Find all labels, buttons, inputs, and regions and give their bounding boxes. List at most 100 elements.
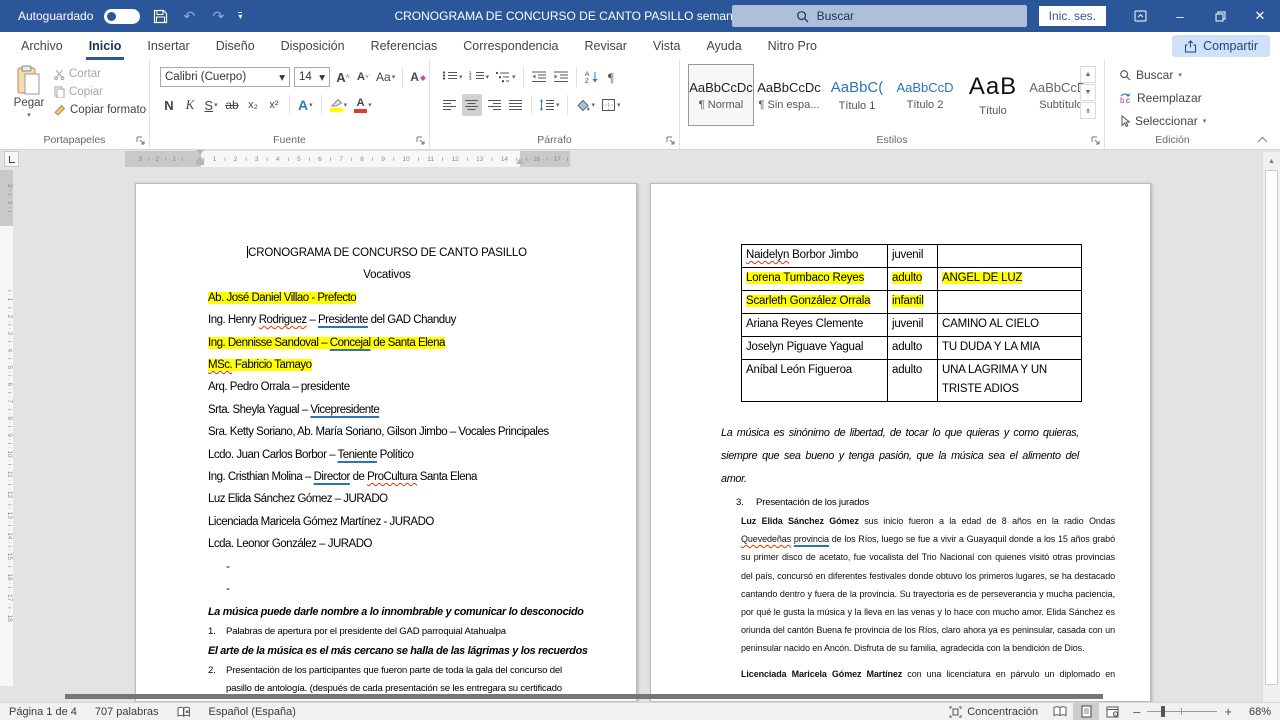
styles-gallery-expand-icon[interactable]: ⇟	[1080, 102, 1096, 119]
table-cell[interactable]: Joselyn Piguave Yagual	[742, 337, 888, 360]
font-size-combo[interactable]: 14 ▾	[294, 67, 330, 87]
web-layout-button[interactable]	[1099, 703, 1125, 720]
table-cell[interactable]: Lorena Tumbaco Reyes	[742, 268, 888, 291]
read-mode-button[interactable]	[1047, 703, 1073, 720]
superscript-button[interactable]: x²	[265, 94, 283, 116]
save-icon[interactable]	[151, 7, 169, 25]
cut-button[interactable]: Cortar	[54, 68, 146, 80]
undo-icon[interactable]: ↶	[180, 7, 198, 25]
table-cell[interactable]: UNA LAGRIMA Y UN TRISTE ADIOS	[938, 360, 1082, 402]
vertical-scrollbar-thumb[interactable]	[1265, 170, 1278, 685]
table-cell[interactable]: Aníbal León Figueroa	[742, 360, 888, 402]
shrink-font-button[interactable]: A˅	[354, 66, 372, 88]
tab-insertar[interactable]: Insertar	[134, 32, 202, 60]
select-button[interactable]: Seleccionar ▾	[1119, 114, 1206, 128]
table-cell[interactable]: adulto	[888, 360, 938, 402]
scroll-up-icon[interactable]: ▲	[1266, 156, 1277, 167]
tab-revisar[interactable]: Revisar	[571, 32, 639, 60]
style-título-2[interactable]: AaBbCcDTítulo 2	[892, 64, 958, 126]
proofing-status[interactable]	[168, 706, 200, 718]
increase-indent-button[interactable]	[551, 66, 571, 88]
underline-button[interactable]: S▾	[202, 94, 220, 116]
tab-referencias[interactable]: Referencias	[358, 32, 451, 60]
format-painter-button[interactable]: Copiar formato	[54, 104, 146, 116]
zoom-level[interactable]: 68%	[1240, 706, 1280, 718]
page-1[interactable]: CRONOGRAMA DE CONCURSO DE CANTO PASILLOV…	[135, 183, 637, 702]
tab-vista[interactable]: Vista	[640, 32, 694, 60]
style-título-1[interactable]: AaBbC(Título 1	[824, 64, 890, 126]
styles-scroll-down-icon[interactable]: ▼	[1080, 84, 1096, 101]
share-button[interactable]: Compartir	[1172, 35, 1270, 57]
ribbon-display-options-button[interactable]	[1120, 0, 1160, 32]
paste-button[interactable]: Pegar ▾	[8, 65, 50, 135]
word-count[interactable]: 707 palabras	[86, 706, 168, 718]
table-cell[interactable]: ANGEL DE LUZ	[938, 268, 1082, 291]
tab-ayuda[interactable]: Ayuda	[693, 32, 754, 60]
styles-dialog-launcher-icon[interactable]	[1091, 136, 1101, 146]
justify-button[interactable]	[506, 94, 526, 116]
tab-nitro-pro[interactable]: Nitro Pro	[755, 32, 830, 60]
page-indicator[interactable]: Página 1 de 4	[0, 706, 86, 718]
font-dialog-launcher-icon[interactable]	[416, 136, 426, 146]
minimize-button[interactable]: –	[1160, 0, 1200, 32]
horizontal-scrollbar-thumb[interactable]	[65, 694, 1103, 699]
text-highlight-button[interactable]: ▾	[328, 94, 350, 116]
table-cell[interactable]	[938, 291, 1082, 314]
table-cell[interactable]: TU DUDA Y LA MIA	[938, 337, 1082, 360]
table-cell[interactable]: Ariana Reyes Clemente	[742, 314, 888, 337]
table-cell[interactable]: CAMINO AL CIELO	[938, 314, 1082, 337]
align-left-button[interactable]	[440, 94, 460, 116]
copy-button[interactable]: Copiar	[54, 86, 146, 98]
tab-diseño[interactable]: Diseño	[203, 32, 268, 60]
sort-button[interactable]: AZ	[582, 66, 602, 88]
search-box[interactable]: Buscar	[732, 5, 1027, 27]
styles-scroll-up-icon[interactable]: ▲	[1080, 66, 1096, 83]
table-cell[interactable]: Scarleth González Orrala	[742, 291, 888, 314]
clear-formatting-button[interactable]: A	[408, 66, 429, 88]
right-indent-icon[interactable]	[516, 158, 524, 164]
tab-archivo[interactable]: Archivo	[8, 32, 76, 60]
document-canvas[interactable]: 2 · ı · 1 · ı ı · 1 · ı · 2 · ı · 3 · ı …	[0, 170, 1262, 702]
zoom-in-button[interactable]: +	[1224, 704, 1232, 719]
autosave-toggle[interactable]	[104, 9, 140, 24]
style-normal[interactable]: AaBbCcDc¶ Normal	[688, 64, 754, 126]
style-título[interactable]: AaBTítulo	[960, 64, 1026, 126]
font-name-combo[interactable]: Calibri (Cuerpo) ▾	[160, 67, 290, 87]
show-formatting-marks-button[interactable]: ¶	[604, 66, 622, 88]
paragraph-dialog-launcher-icon[interactable]	[666, 136, 676, 146]
text-effects-button[interactable]: A▾	[296, 94, 315, 116]
replace-button[interactable]: bc Reemplazar	[1119, 91, 1202, 105]
table-cell[interactable]: infantil	[888, 291, 938, 314]
bullets-button[interactable]: ▾	[440, 66, 465, 88]
multilevel-list-button[interactable]: ▾	[493, 66, 518, 88]
redo-icon[interactable]: ↷	[209, 7, 227, 25]
sign-in-button[interactable]: Inic. ses.	[1039, 6, 1106, 26]
vertical-scrollbar[interactable]: ▲	[1262, 152, 1280, 702]
zoom-slider-thumb[interactable]	[1161, 706, 1165, 717]
table-cell[interactable]: adulto	[888, 268, 938, 291]
font-color-button[interactable]: A ▾	[352, 94, 374, 116]
zoom-slider[interactable]	[1147, 711, 1217, 712]
clipboard-dialog-launcher-icon[interactable]	[136, 136, 146, 146]
collapse-ribbon-icon[interactable]	[1257, 136, 1268, 143]
tab-inicio[interactable]: Inicio	[76, 32, 135, 60]
subscript-button[interactable]: x₂	[244, 94, 262, 116]
print-layout-button[interactable]	[1073, 703, 1099, 720]
tab-correspondencia[interactable]: Correspondencia	[450, 32, 571, 60]
close-button[interactable]: ✕	[1240, 0, 1280, 32]
style-sin-espa[interactable]: AaBbCcDc¶ Sin espa...	[756, 64, 822, 126]
tab-disposición[interactable]: Disposición	[268, 32, 358, 60]
table-cell[interactable]: juvenil	[888, 314, 938, 337]
horizontal-ruler[interactable]: 3 · ı · 2 · ı · 1 · ı · ı1ı2ı3ı4ı5ı6ı7ı8…	[125, 151, 570, 167]
grow-font-button[interactable]: A˄	[334, 66, 352, 88]
table-cell[interactable]: juvenil	[888, 245, 938, 268]
focus-mode-button[interactable]: Concentración	[940, 706, 1047, 718]
numbering-button[interactable]: 123▾	[467, 66, 492, 88]
find-button[interactable]: Buscar ▾	[1119, 68, 1182, 82]
align-center-button[interactable]	[462, 94, 482, 116]
align-right-button[interactable]	[484, 94, 504, 116]
line-spacing-button[interactable]: ▾	[537, 94, 562, 116]
borders-button[interactable]: ▾	[599, 94, 623, 116]
zoom-out-button[interactable]: –	[1133, 704, 1140, 719]
strikethrough-button[interactable]: ab	[223, 94, 241, 116]
